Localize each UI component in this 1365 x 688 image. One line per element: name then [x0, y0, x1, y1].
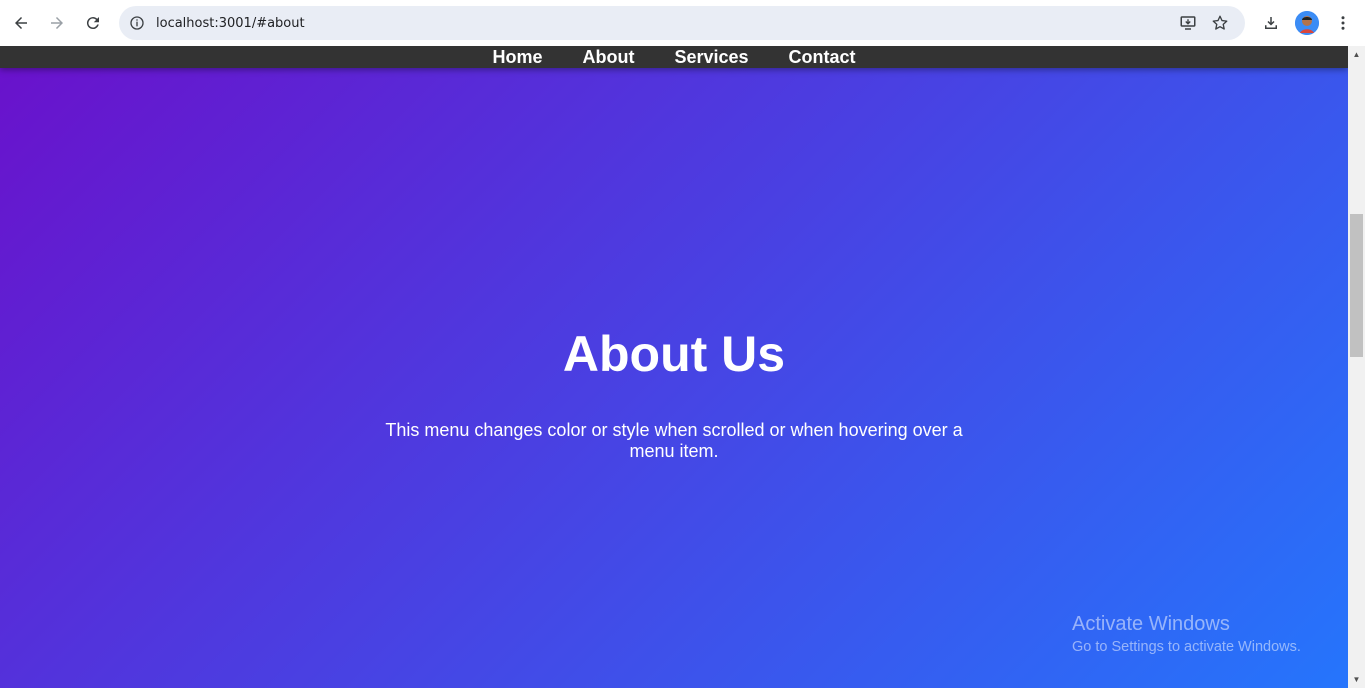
scroll-up-icon[interactable]: ▲: [1348, 46, 1365, 63]
kebab-menu-icon[interactable]: [1331, 11, 1355, 35]
arrow-left-icon: [15, 17, 27, 29]
install-app-icon[interactable]: [1177, 12, 1199, 34]
scrollbar-thumb[interactable]: [1350, 214, 1363, 357]
star-icon[interactable]: [1209, 12, 1231, 34]
about-heading: About Us: [562, 326, 786, 382]
forward-button[interactable]: [41, 7, 73, 39]
info-icon[interactable]: [126, 12, 148, 34]
back-button[interactable]: [5, 7, 37, 39]
url-text[interactable]: localhost:3001/#about: [156, 16, 305, 31]
vertical-scrollbar[interactable]: ▲ ▼: [1348, 46, 1365, 688]
watermark-title: Activate Windows: [1072, 613, 1230, 635]
nav-link-contact[interactable]: Contact: [789, 46, 856, 68]
reload-button[interactable]: [77, 7, 109, 39]
reload-icon: [86, 17, 99, 30]
download-icon[interactable]: [1259, 11, 1283, 35]
about-description: This menu changes color or style when sc…: [385, 420, 963, 461]
watermark-subtitle: Go to Settings to activate Windows.: [1072, 639, 1301, 655]
nav-link-about[interactable]: About: [582, 46, 634, 68]
windows-activation-watermark: Activate Windows Go to Settings to activ…: [1072, 612, 1301, 658]
arrow-right-icon: [51, 17, 63, 29]
browser-toolbar: localhost:3001/#about: [0, 0, 1365, 46]
avatar[interactable]: [1295, 11, 1319, 35]
site-navbar: Home About Services Contact: [0, 46, 1348, 68]
nav-link-home[interactable]: Home: [492, 46, 542, 68]
address-bar[interactable]: localhost:3001/#about: [119, 6, 1245, 40]
page-viewport: Home About Services Contact About Us Thi…: [0, 46, 1348, 688]
scroll-down-icon[interactable]: ▼: [1348, 671, 1365, 688]
nav-link-services[interactable]: Services: [674, 46, 748, 68]
